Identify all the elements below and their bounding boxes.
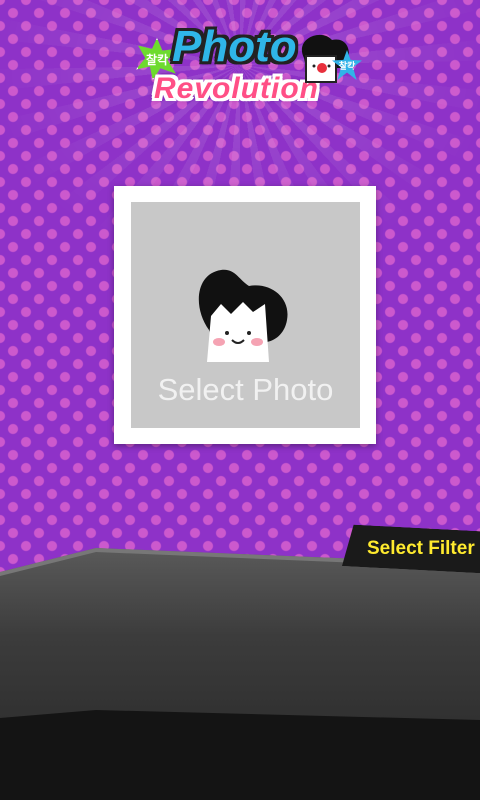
filter-panel xyxy=(0,548,480,800)
app-logo: 찰칵 Photo Revolution 찰칵 xyxy=(132,20,362,120)
logo-title-line1: Photo xyxy=(172,22,297,71)
select-photo-label: Select Photo xyxy=(157,372,334,407)
select-photo-button[interactable]: Select Photo xyxy=(114,186,376,444)
photo-placeholder: Select Photo xyxy=(131,202,360,428)
mascot-face-icon xyxy=(198,269,288,362)
select-filter-tab[interactable]: Select Filter xyxy=(342,524,480,574)
select-filter-label: Select Filter xyxy=(367,537,475,559)
